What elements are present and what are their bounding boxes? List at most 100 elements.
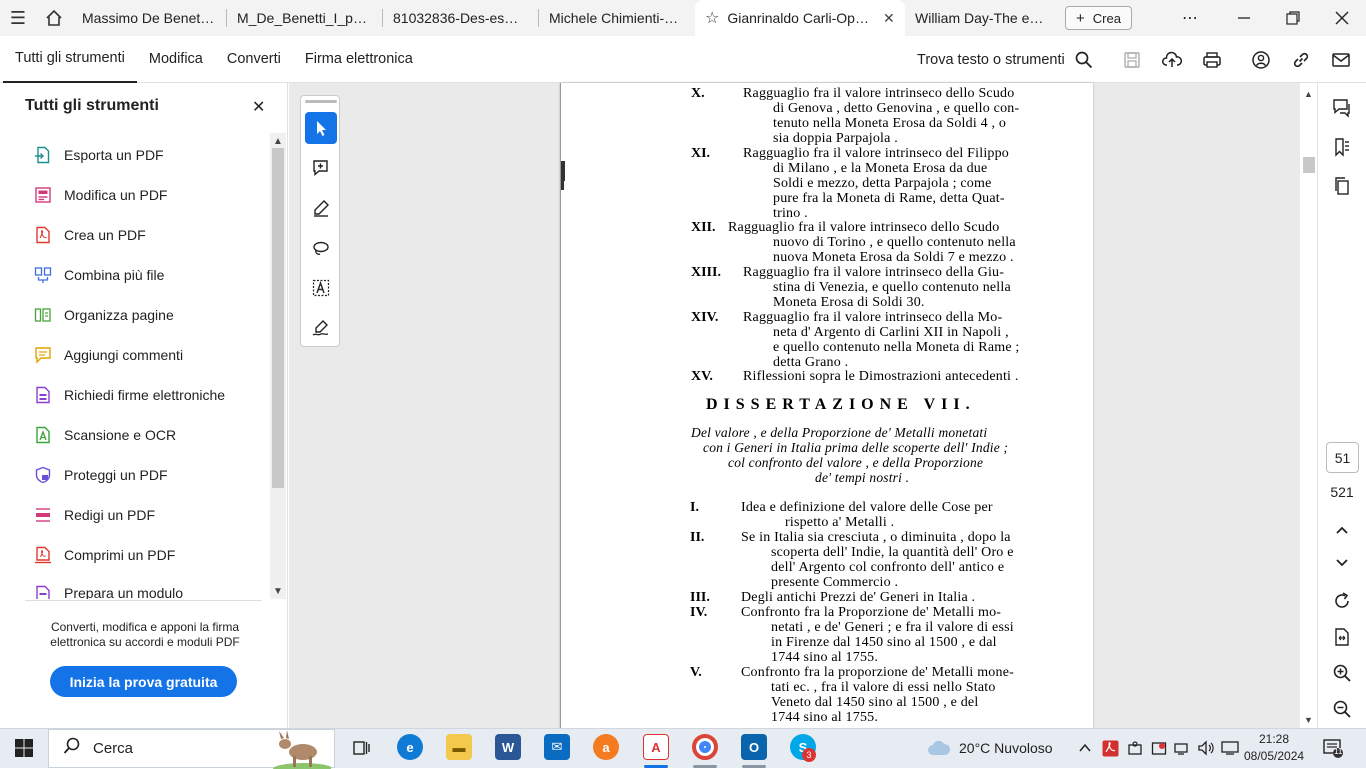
restore-icon[interactable]	[1269, 0, 1317, 36]
tab-all-tools[interactable]: Tutti gli strumenti	[3, 36, 137, 83]
browser-tab-active[interactable]: ☆ Gianrinaldo Carli-Op… ✕	[695, 0, 905, 36]
browser-tab[interactable]: William Day-The e…	[905, 0, 1055, 36]
tab-e-sign[interactable]: Firma elettronica	[293, 36, 425, 83]
compress-pdf-icon	[35, 546, 51, 564]
previous-page-icon[interactable]	[1322, 515, 1362, 545]
toc-line: 1744 sino al 1755.	[771, 650, 879, 665]
highlight-tool-button[interactable]	[305, 192, 337, 224]
tool-organize-pages[interactable]: Organizza pagine	[34, 302, 174, 328]
zoom-in-icon[interactable]	[1322, 658, 1362, 688]
scroll-down-icon[interactable]: ▼	[270, 583, 286, 599]
tab-edit[interactable]: Modifica	[137, 36, 215, 83]
upload-cloud-icon[interactable]	[1152, 36, 1192, 83]
scan-ocr-icon	[36, 426, 50, 444]
add-comment-icon	[313, 160, 328, 177]
doc-scroll-up-icon[interactable]: ▲	[1300, 85, 1317, 102]
browser-tab[interactable]: Massimo De Benet…	[72, 0, 227, 36]
tool-edit-pdf[interactable]: Modifica un PDF	[34, 182, 167, 208]
weather-widget[interactable]: 20°C Nuvoloso	[927, 728, 1053, 768]
page-thumbnails-icon[interactable]	[1322, 171, 1362, 201]
comment-tool-button[interactable]	[305, 152, 337, 184]
minimize-icon[interactable]	[1220, 0, 1268, 36]
tool-request-signatures[interactable]: Richiedi firme elettroniche	[34, 382, 225, 408]
language-icon[interactable]	[1221, 728, 1239, 768]
word-icon[interactable]: W	[495, 734, 521, 760]
more-options-icon[interactable]: ⋯	[1166, 0, 1214, 36]
close-tab-icon[interactable]: ✕	[883, 10, 895, 27]
chrome-icon[interactable]	[692, 734, 718, 760]
find-text-tools[interactable]: Trova testo o strumenti	[917, 36, 1093, 83]
meeting-tray-icon[interactable]	[1127, 728, 1143, 768]
scroll-up-icon[interactable]: ▲	[270, 133, 286, 149]
document-scrollbar[interactable]	[1300, 83, 1317, 728]
task-view-icon[interactable]	[345, 728, 377, 768]
avast-icon[interactable]: a	[593, 734, 619, 760]
tool-redact-pdf[interactable]: Redigi un PDF	[34, 502, 155, 528]
toc-line: di Genova , detto Genovina , e quello co…	[773, 101, 1020, 116]
tool-prepare-form[interactable]: Prepara un modulo	[34, 582, 183, 599]
tool-protect-pdf[interactable]: Proteggi un PDF	[34, 462, 168, 488]
drag-handle[interactable]	[305, 100, 337, 103]
browser-tab[interactable]: Michele Chimienti-…	[539, 0, 695, 36]
search-placeholder: Cerca	[93, 740, 134, 757]
select-tool-button[interactable]	[305, 112, 337, 144]
browser-tab[interactable]: 81032836-Des-es…	[383, 0, 539, 36]
menu-icon[interactable]: ☰	[0, 0, 36, 36]
tool-create-pdf[interactable]: Crea un PDF	[34, 222, 146, 248]
notifications-icon[interactable]: 11	[1322, 728, 1344, 768]
taskbar-search-box[interactable]: Cerca	[48, 729, 335, 769]
outlook-icon[interactable]: O	[741, 734, 767, 760]
share-user-icon[interactable]	[1241, 36, 1281, 83]
document-scroll-thumb[interactable]	[1303, 157, 1315, 173]
tool-combine-files[interactable]: Combina più file	[34, 262, 164, 288]
tab-convert[interactable]: Converti	[215, 36, 293, 83]
promo-text: Converti, modifica e apponi la firma ele…	[50, 620, 240, 649]
sign-tool-button[interactable]	[305, 312, 337, 344]
acrobat-taskbar-icon[interactable]: A	[643, 734, 669, 760]
rotate-icon[interactable]	[1322, 586, 1362, 616]
print-icon[interactable]	[1192, 36, 1232, 83]
new-tab-button[interactable]: + Crea	[1065, 6, 1132, 30]
clock-date: 08/05/2024	[1244, 749, 1305, 763]
text-select-tool-button[interactable]	[305, 272, 337, 304]
file-explorer-icon[interactable]: ▬	[446, 734, 472, 760]
close-panel-icon[interactable]: ✕	[252, 97, 265, 117]
page-fit-icon[interactable]	[1322, 622, 1362, 652]
bookmarks-icon[interactable]	[1322, 132, 1362, 162]
zoom-out-icon[interactable]	[1322, 694, 1362, 724]
panel-scroll-thumb[interactable]	[272, 148, 284, 488]
save-icon[interactable]	[1112, 36, 1152, 83]
volume-icon[interactable]	[1197, 728, 1215, 768]
show-hidden-icons[interactable]	[1078, 728, 1092, 768]
start-free-trial-button[interactable]: Inizia la prova gratuita	[50, 666, 237, 697]
close-window-icon[interactable]	[1318, 0, 1366, 36]
all-tools-panel: Tutti gli strumenti ✕ Esporta un PDF Mod…	[0, 83, 288, 728]
toc-number: IV.	[690, 605, 708, 620]
tool-compress-pdf[interactable]: Comprimi un PDF	[34, 542, 175, 568]
dissertation-subtitle-line: de' tempi nostri .	[815, 470, 910, 485]
security-tray-icon[interactable]	[1151, 728, 1167, 768]
toc-line: e quello contenuto nella Moneta di Rame …	[773, 340, 1020, 355]
edge-browser-icon[interactable]: e	[397, 734, 423, 760]
lasso-icon	[313, 241, 329, 255]
tool-add-comment[interactable]: Aggiungi commenti	[34, 342, 183, 368]
doc-scroll-down-icon[interactable]: ▼	[1300, 711, 1317, 728]
tool-label: Proteggi un PDF	[64, 467, 168, 483]
mail-icon[interactable]: ✉	[544, 734, 570, 760]
link-icon[interactable]	[1281, 36, 1321, 83]
system-clock[interactable]: 21:28 08/05/2024	[1244, 731, 1304, 765]
next-page-icon[interactable]	[1322, 548, 1362, 578]
toc-line: Moneta Erosa di Soldi 30.	[773, 295, 925, 310]
network-icon[interactable]	[1174, 728, 1190, 768]
home-icon[interactable]	[36, 0, 72, 36]
draw-tool-button[interactable]	[305, 232, 337, 264]
star-icon[interactable]: ☆	[705, 8, 719, 28]
email-icon[interactable]	[1321, 36, 1361, 83]
tool-scan-ocr[interactable]: Scansione e OCR	[34, 422, 176, 448]
windows-start-icon[interactable]	[8, 728, 40, 768]
tool-export-pdf[interactable]: Esporta un PDF	[34, 142, 164, 168]
browser-tab[interactable]: M_De_Benetti_I_p…	[227, 0, 383, 36]
current-page-input[interactable]: 51	[1326, 442, 1359, 473]
acrobat-tray-icon[interactable]	[1102, 728, 1119, 768]
comments-icon[interactable]	[1322, 93, 1362, 123]
